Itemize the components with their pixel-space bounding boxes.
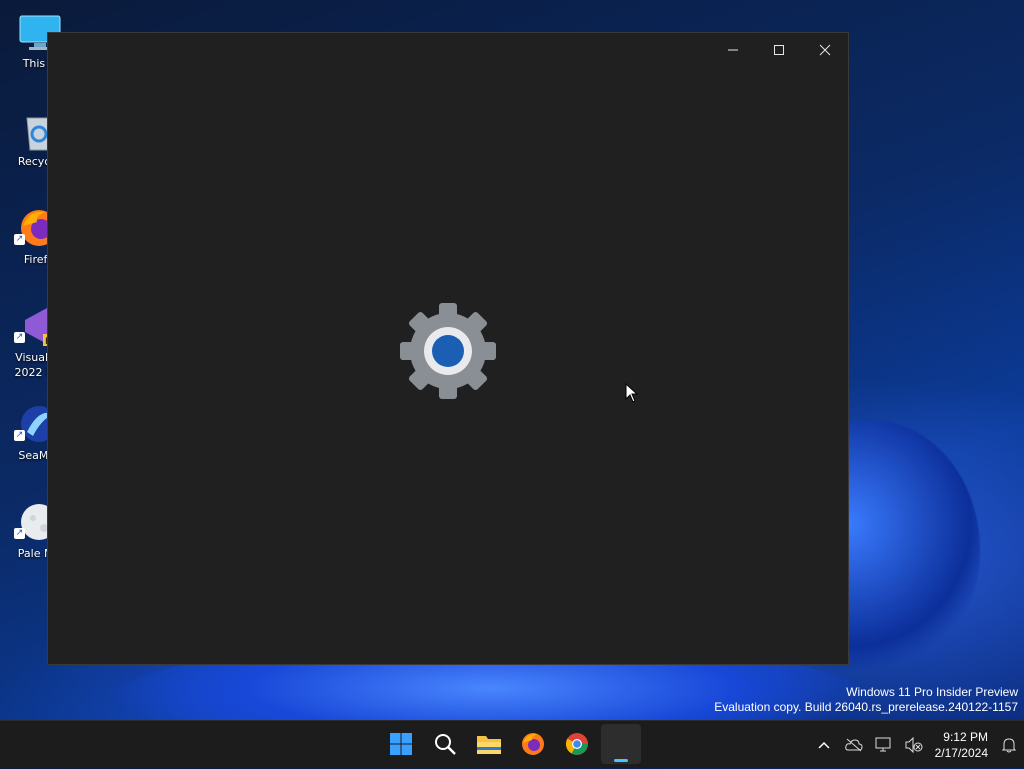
search-button[interactable] xyxy=(425,724,465,764)
notifications-button[interactable] xyxy=(994,725,1024,765)
volume-tray-button[interactable] xyxy=(899,725,929,765)
file-explorer-button[interactable] xyxy=(469,724,509,764)
settings-window[interactable] xyxy=(47,32,849,665)
start-button[interactable] xyxy=(381,724,421,764)
clock-date: 2/17/2024 xyxy=(934,746,988,760)
onedrive-tray-button[interactable] xyxy=(839,725,869,765)
close-icon xyxy=(819,44,831,56)
chevron-up-icon xyxy=(818,741,830,749)
evaluation-watermark: Windows 11 Pro Insider Preview Evaluatio… xyxy=(714,685,1018,715)
chrome-taskbar-button[interactable] xyxy=(557,724,597,764)
search-icon xyxy=(435,734,456,755)
shortcut-arrow-icon: ↗ xyxy=(14,332,25,343)
active-app-indicator xyxy=(614,759,628,762)
file-explorer-icon xyxy=(477,736,501,754)
clock-time: 9:12 PM xyxy=(943,730,988,744)
minimize-button[interactable] xyxy=(710,33,756,67)
maximize-button[interactable] xyxy=(756,33,802,67)
volume-muted-icon xyxy=(905,737,923,753)
system-tray: 9:12 PM 2/17/2024 xyxy=(809,721,1024,769)
notification-bell-icon xyxy=(1001,738,1017,753)
network-icon xyxy=(875,737,891,752)
minimize-icon xyxy=(728,49,738,51)
taskbar-clock[interactable]: 9:12 PM 2/17/2024 xyxy=(929,729,994,761)
taskbar: 9:12 PM 2/17/2024 xyxy=(0,720,1024,768)
shortcut-arrow-icon: ↗ xyxy=(14,430,25,441)
settings-gear-icon xyxy=(398,301,498,401)
firefox-icon xyxy=(522,733,544,755)
watermark-line-2: Evaluation copy. Build 26040.rs_prerelea… xyxy=(714,700,1018,714)
shortcut-arrow-icon: ↗ xyxy=(14,234,25,245)
close-button[interactable] xyxy=(802,33,848,67)
onedrive-icon xyxy=(844,738,863,752)
maximize-icon xyxy=(774,45,784,55)
firefox-taskbar-button[interactable] xyxy=(513,724,553,764)
window-controls xyxy=(710,33,848,67)
windows-start-icon xyxy=(390,733,412,755)
shortcut-arrow-icon: ↗ xyxy=(14,528,25,539)
network-tray-button[interactable] xyxy=(869,725,899,765)
settings-taskbar-button[interactable] xyxy=(601,724,641,764)
taskbar-apps xyxy=(381,724,641,766)
chrome-icon xyxy=(565,733,588,755)
watermark-line-1: Windows 11 Pro Insider Preview xyxy=(846,685,1018,699)
show-hidden-icons-button[interactable] xyxy=(809,725,839,765)
mouse-cursor-icon xyxy=(625,383,639,403)
